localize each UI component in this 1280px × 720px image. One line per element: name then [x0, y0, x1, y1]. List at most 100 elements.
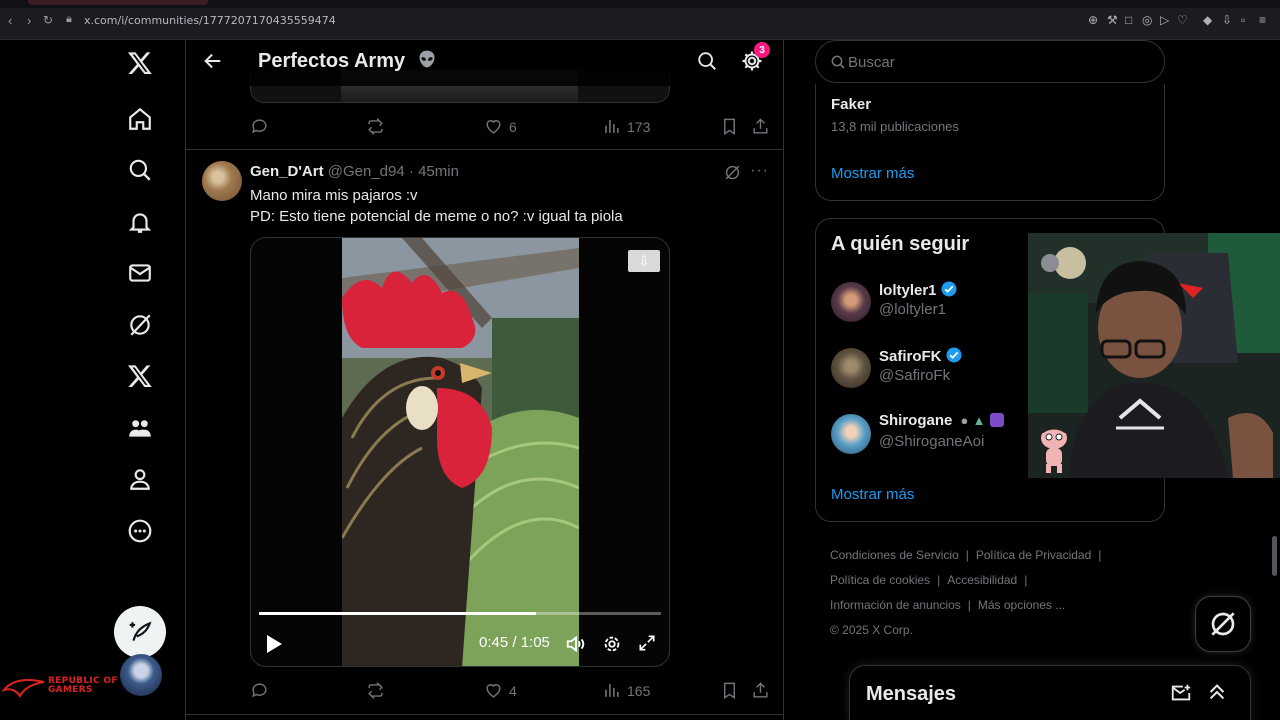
video-frame-rooster — [342, 238, 579, 666]
user-name[interactable]: SafiroFK — [879, 346, 963, 365]
tweet-timestamp[interactable]: 45min — [418, 163, 459, 180]
bookmark-page-icon[interactable]: □ — [1125, 13, 1132, 27]
more-options-icon[interactable]: ··· — [750, 162, 769, 180]
show-more-follow-link[interactable]: Mostrar más — [831, 486, 914, 503]
repost-button[interactable] — [366, 681, 385, 700]
play-button[interactable] — [265, 634, 283, 659]
show-more-trends-link[interactable]: Mostrar más — [831, 165, 914, 182]
address-bar[interactable]: x.com/i/communities/1777207170435559474 — [84, 14, 336, 27]
fullscreen-button[interactable] — [637, 633, 657, 658]
grok-icon[interactable] — [125, 310, 155, 340]
active-tab[interactable] — [28, 0, 208, 5]
search-input[interactable] — [848, 51, 1138, 73]
video-progress-bar[interactable] — [259, 612, 661, 615]
verified-badge-icon — [941, 281, 957, 297]
compose-post-button[interactable] — [114, 606, 166, 658]
more-icon[interactable] — [125, 516, 155, 546]
left-navigation — [0, 40, 185, 720]
volume-button[interactable] — [565, 633, 587, 660]
lock-icon[interactable]: 🔒︎ — [66, 13, 72, 26]
views-button[interactable]: 165 — [602, 681, 650, 700]
community-header: Perfectos Army 3 — [186, 40, 783, 86]
communities-icon[interactable] — [125, 413, 155, 443]
x-logo-icon[interactable] — [125, 48, 155, 78]
user-avatar[interactable] — [831, 348, 871, 388]
extensions-icon[interactable]: ◆ — [1203, 13, 1212, 27]
profile-icon[interactable] — [125, 464, 155, 494]
video-settings-button[interactable] — [601, 633, 623, 660]
community-search-button[interactable] — [696, 50, 718, 77]
profile-menu-icon[interactable]: ▫ — [1241, 13, 1245, 27]
copyright: © 2025 X Corp. — [830, 623, 913, 637]
user-name[interactable]: loltyler1 — [879, 280, 958, 299]
premium-icon[interactable] — [125, 361, 155, 391]
page-title: Perfectos Army — [258, 49, 437, 73]
like-count: 6 — [509, 118, 517, 135]
grok-floating-button[interactable] — [1195, 596, 1251, 652]
grok-explain-button[interactable] — [723, 163, 742, 187]
heart-icon[interactable]: ♡ — [1177, 13, 1188, 27]
user-avatar[interactable] — [831, 414, 871, 454]
pin-icon[interactable]: ⚒ — [1107, 13, 1118, 27]
rog-logo-overlay: REPUBLIC OF GAMERS — [1, 676, 126, 698]
sidebar-search[interactable] — [815, 40, 1165, 83]
community-name: Perfectos Army — [258, 50, 406, 72]
messages-drawer[interactable]: Mensajes — [849, 665, 1251, 720]
download-button[interactable]: ⇩ — [628, 250, 660, 272]
privacy-link[interactable]: Política de Privacidad — [976, 548, 1091, 562]
tweet-author-avatar[interactable] — [202, 161, 242, 201]
more-options-link[interactable]: Más opciones ... — [978, 598, 1065, 612]
like-button[interactable]: 4 — [484, 681, 517, 700]
download-arrow-icon: ⇩ — [638, 252, 650, 269]
user-name[interactable]: Shirogane ● ▲ — [879, 412, 1004, 429]
accessibility-link[interactable]: Accesibilidad — [947, 573, 1017, 587]
video-player[interactable]: ⇩ 0:45 / 1:05 — [250, 237, 670, 667]
author-handle[interactable]: @Gen_d94 — [328, 163, 405, 180]
notifications-icon[interactable] — [125, 207, 155, 237]
user-handle: @loltyler1 — [879, 301, 946, 318]
author-name[interactable]: Gen_D'Art — [250, 163, 324, 180]
repost-button[interactable] — [366, 117, 385, 136]
views-chart-icon — [605, 120, 619, 133]
home-icon[interactable] — [125, 104, 155, 134]
cartoon-sticker-overlay — [1034, 424, 1074, 474]
user-handle: @ShiroganeAoi — [879, 433, 985, 450]
bookmark-button[interactable] — [720, 117, 739, 136]
like-button[interactable]: 6 — [484, 117, 517, 136]
browser-menu-icon[interactable]: ≡ — [1259, 13, 1266, 27]
explore-icon[interactable] — [125, 155, 155, 185]
new-message-button[interactable] — [1170, 682, 1192, 709]
downloads-icon[interactable]: ⇩ — [1222, 13, 1232, 27]
terms-link[interactable]: Condiciones de Servicio — [830, 548, 959, 562]
back-button[interactable] — [202, 50, 226, 74]
share-button[interactable] — [751, 681, 770, 700]
account-avatar[interactable] — [120, 654, 162, 696]
trend-name[interactable]: Faker — [831, 96, 871, 113]
shield-icon[interactable]: ◎ — [1142, 13, 1152, 27]
bookmark-button[interactable] — [720, 681, 739, 700]
header-separator: · — [408, 163, 414, 180]
main-timeline: Perfectos Army 3 6 173 Gen_D'Art @Gen_d9… — [185, 40, 784, 720]
ads-info-link[interactable]: Información de anuncios — [830, 598, 961, 612]
notification-count-badge: 3 — [754, 42, 770, 58]
browser-reload-icon[interactable]: ↻ — [43, 13, 53, 27]
repost-icon — [368, 118, 383, 135]
reply-button[interactable] — [250, 681, 269, 700]
page-scrollbar[interactable] — [1272, 536, 1277, 576]
reply-button[interactable] — [250, 117, 269, 136]
browser-back-icon[interactable]: ‹ — [8, 13, 12, 28]
zoom-icon[interactable]: ⊕ — [1088, 13, 1098, 27]
play-media-icon[interactable]: ▷ — [1160, 13, 1169, 27]
messages-icon[interactable] — [125, 258, 155, 288]
gear-icon — [604, 636, 620, 652]
browser-forward-icon[interactable]: › — [27, 13, 31, 28]
rog-eye-logo — [1, 679, 45, 698]
views-button[interactable]: 173 — [602, 117, 650, 136]
tweet-divider — [186, 714, 783, 715]
previous-tweet-actions: 6 173 — [248, 117, 768, 141]
cookies-link[interactable]: Política de cookies — [830, 573, 930, 587]
user-avatar[interactable] — [831, 282, 871, 322]
back-arrow-icon — [204, 53, 221, 69]
share-button[interactable] — [751, 117, 770, 136]
expand-messages-button[interactable] — [1206, 681, 1228, 708]
